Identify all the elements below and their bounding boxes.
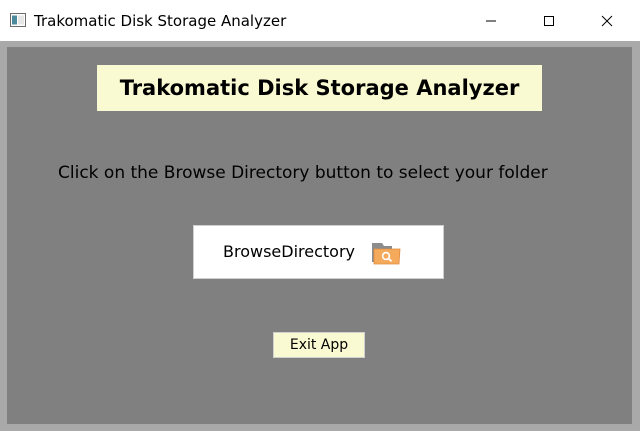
window-title: Trakomatic Disk Storage Analyzer bbox=[34, 12, 287, 30]
minimize-button[interactable] bbox=[462, 0, 520, 41]
maximize-icon bbox=[544, 15, 554, 26]
close-button[interactable] bbox=[578, 0, 636, 41]
maximize-button[interactable] bbox=[520, 0, 578, 41]
browse-directory-label: BrowseDirectory bbox=[223, 242, 355, 261]
folder-search-icon bbox=[372, 243, 401, 265]
close-icon bbox=[601, 15, 613, 26]
title-banner: Trakomatic Disk Storage Analyzer bbox=[97, 65, 542, 111]
app-window: Trakomatic Disk Storage Analyzer Trakoma… bbox=[0, 0, 640, 431]
minimize-icon bbox=[486, 20, 496, 21]
title-bar[interactable]: Trakomatic Disk Storage Analyzer bbox=[0, 0, 640, 41]
app-icon bbox=[10, 13, 26, 27]
client-area: Trakomatic Disk Storage Analyzer Click o… bbox=[7, 47, 632, 424]
banner-title: Trakomatic Disk Storage Analyzer bbox=[119, 76, 520, 100]
exit-app-label: Exit App bbox=[289, 337, 349, 353]
browse-directory-button[interactable]: BrowseDirectory bbox=[193, 225, 444, 279]
exit-app-button[interactable]: Exit App bbox=[273, 332, 365, 358]
instruction-text: Click on the Browse Directory button to … bbox=[58, 163, 548, 183]
